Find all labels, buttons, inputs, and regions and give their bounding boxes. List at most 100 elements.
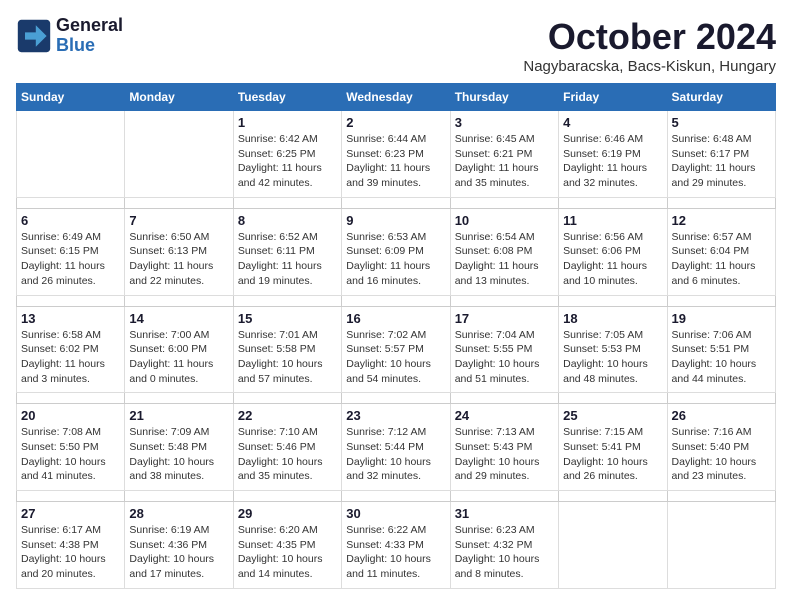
day-number: 5 <box>672 115 771 130</box>
weekday-header-tuesday: Tuesday <box>233 84 341 111</box>
cell-info: Sunrise: 7:09 AMSunset: 5:48 PMDaylight:… <box>129 425 228 484</box>
calendar-cell: 13 Sunrise: 6:58 AMSunset: 6:02 PMDayligh… <box>17 306 125 393</box>
logo-line1: General <box>56 16 123 36</box>
cell-info: Sunrise: 6:54 AMSunset: 6:08 PMDaylight:… <box>455 230 554 289</box>
weekday-header-row: SundayMondayTuesdayWednesdayThursdayFrid… <box>17 84 776 111</box>
cell-info: Sunrise: 6:46 AMSunset: 6:19 PMDaylight:… <box>563 132 662 191</box>
calendar-cell: 8 Sunrise: 6:52 AMSunset: 6:11 PMDaylight… <box>233 208 341 295</box>
calendar-cell: 26 Sunrise: 7:16 AMSunset: 5:40 PMDayligh… <box>667 404 775 491</box>
weekday-header-friday: Friday <box>559 84 667 111</box>
calendar-table: SundayMondayTuesdayWednesdayThursdayFrid… <box>16 83 776 589</box>
calendar-cell: 6 Sunrise: 6:49 AMSunset: 6:15 PMDaylight… <box>17 208 125 295</box>
cell-info: Sunrise: 6:42 AMSunset: 6:25 PMDaylight:… <box>238 132 337 191</box>
cell-info: Sunrise: 6:44 AMSunset: 6:23 PMDaylight:… <box>346 132 445 191</box>
cell-info: Sunrise: 7:12 AMSunset: 5:44 PMDaylight:… <box>346 425 445 484</box>
day-number: 15 <box>238 311 337 326</box>
week-row-1: 1 Sunrise: 6:42 AMSunset: 6:25 PMDaylight… <box>17 111 776 198</box>
cell-info: Sunrise: 6:19 AMSunset: 4:36 PMDaylight:… <box>129 523 228 582</box>
day-number: 21 <box>129 408 228 423</box>
cell-info: Sunrise: 6:20 AMSunset: 4:35 PMDaylight:… <box>238 523 337 582</box>
calendar-cell: 19Sunrise: 7:06 AMSunset: 5:51 PMDayligh… <box>667 306 775 393</box>
calendar-cell: 21 Sunrise: 7:09 AMSunset: 5:48 PMDayligh… <box>125 404 233 491</box>
day-number: 16 <box>346 311 445 326</box>
calendar-cell: 24 Sunrise: 7:13 AMSunset: 5:43 PMDayligh… <box>450 404 558 491</box>
calendar-cell: 1 Sunrise: 6:42 AMSunset: 6:25 PMDaylight… <box>233 111 341 198</box>
month-title: October 2024 <box>523 16 776 58</box>
day-number: 18 <box>563 311 662 326</box>
calendar-cell: 20Sunrise: 7:08 AMSunset: 5:50 PMDayligh… <box>17 404 125 491</box>
day-number: 8 <box>238 213 337 228</box>
cell-info: Sunrise: 7:16 AMSunset: 5:40 PMDaylight:… <box>672 425 771 484</box>
day-number: 12 <box>672 213 771 228</box>
calendar-cell: 4 Sunrise: 6:46 AMSunset: 6:19 PMDaylight… <box>559 111 667 198</box>
day-number: 28 <box>129 506 228 521</box>
week-row-4: 20Sunrise: 7:08 AMSunset: 5:50 PMDayligh… <box>17 404 776 491</box>
day-number: 19 <box>672 311 771 326</box>
calendar-cell: 18Sunrise: 7:05 AMSunset: 5:53 PMDayligh… <box>559 306 667 393</box>
cell-info: Sunrise: 7:04 AMSunset: 5:55 PMDaylight:… <box>455 328 554 387</box>
calendar-cell: 16Sunrise: 7:02 AMSunset: 5:57 PMDayligh… <box>342 306 450 393</box>
weekday-header-sunday: Sunday <box>17 84 125 111</box>
day-number: 20 <box>21 408 120 423</box>
cell-info: Sunrise: 6:58 AMSunset: 6:02 PMDaylight:… <box>21 328 120 387</box>
calendar-cell: 22 Sunrise: 7:10 AMSunset: 5:46 PMDayligh… <box>233 404 341 491</box>
cell-info: Sunrise: 7:01 AMSunset: 5:58 PMDaylight:… <box>238 328 337 387</box>
day-number: 9 <box>346 213 445 228</box>
day-number: 31 <box>455 506 554 521</box>
day-number: 3 <box>455 115 554 130</box>
day-number: 27 <box>21 506 120 521</box>
day-number: 2 <box>346 115 445 130</box>
calendar-cell <box>559 502 667 589</box>
calendar-cell: 10 Sunrise: 6:54 AMSunset: 6:08 PMDayligh… <box>450 208 558 295</box>
week-separator <box>17 197 776 208</box>
calendar-cell: 15 Sunrise: 7:01 AMSunset: 5:58 PMDayligh… <box>233 306 341 393</box>
calendar-cell: 17 Sunrise: 7:04 AMSunset: 5:55 PMDayligh… <box>450 306 558 393</box>
day-number: 6 <box>21 213 120 228</box>
calendar-cell: 7 Sunrise: 6:50 AMSunset: 6:13 PMDaylight… <box>125 208 233 295</box>
cell-info: Sunrise: 6:23 AMSunset: 4:32 PMDaylight:… <box>455 523 554 582</box>
weekday-header-monday: Monday <box>125 84 233 111</box>
cell-info: Sunrise: 6:17 AMSunset: 4:38 PMDaylight:… <box>21 523 120 582</box>
cell-info: Sunrise: 7:15 AMSunset: 5:41 PMDaylight:… <box>563 425 662 484</box>
calendar-cell <box>125 111 233 198</box>
day-number: 25 <box>563 408 662 423</box>
cell-info: Sunrise: 7:13 AMSunset: 5:43 PMDaylight:… <box>455 425 554 484</box>
day-number: 26 <box>672 408 771 423</box>
location: Nagybaracska, Bacs-Kiskun, Hungary <box>523 58 776 75</box>
cell-info: Sunrise: 7:10 AMSunset: 5:46 PMDaylight:… <box>238 425 337 484</box>
day-number: 13 <box>21 311 120 326</box>
calendar-cell: 29 Sunrise: 6:20 AMSunset: 4:35 PMDayligh… <box>233 502 341 589</box>
cell-info: Sunrise: 6:57 AMSunset: 6:04 PMDaylight:… <box>672 230 771 289</box>
week-row-5: 27 Sunrise: 6:17 AMSunset: 4:38 PMDayligh… <box>17 502 776 589</box>
calendar-cell: 28 Sunrise: 6:19 AMSunset: 4:36 PMDayligh… <box>125 502 233 589</box>
cell-info: Sunrise: 6:56 AMSunset: 6:06 PMDaylight:… <box>563 230 662 289</box>
calendar-cell: 12 Sunrise: 6:57 AMSunset: 6:04 PMDayligh… <box>667 208 775 295</box>
cell-info: Sunrise: 6:49 AMSunset: 6:15 PMDaylight:… <box>21 230 120 289</box>
day-number: 24 <box>455 408 554 423</box>
weekday-header-thursday: Thursday <box>450 84 558 111</box>
cell-info: Sunrise: 6:48 AMSunset: 6:17 PMDaylight:… <box>672 132 771 191</box>
day-number: 10 <box>455 213 554 228</box>
day-number: 14 <box>129 311 228 326</box>
day-number: 22 <box>238 408 337 423</box>
cell-info: Sunrise: 6:50 AMSunset: 6:13 PMDaylight:… <box>129 230 228 289</box>
calendar-cell: 11Sunrise: 6:56 AMSunset: 6:06 PMDayligh… <box>559 208 667 295</box>
day-number: 17 <box>455 311 554 326</box>
week-separator <box>17 295 776 306</box>
week-row-2: 6 Sunrise: 6:49 AMSunset: 6:15 PMDaylight… <box>17 208 776 295</box>
calendar-cell: 3Sunrise: 6:45 AMSunset: 6:21 PMDaylight… <box>450 111 558 198</box>
cell-info: Sunrise: 6:52 AMSunset: 6:11 PMDaylight:… <box>238 230 337 289</box>
logo-icon <box>16 18 52 54</box>
calendar-cell: 5 Sunrise: 6:48 AMSunset: 6:17 PMDaylight… <box>667 111 775 198</box>
weekday-header-saturday: Saturday <box>667 84 775 111</box>
calendar-cell: 30Sunrise: 6:22 AMSunset: 4:33 PMDayligh… <box>342 502 450 589</box>
logo-line2: Blue <box>56 36 123 56</box>
logo: General Blue <box>16 16 123 56</box>
day-number: 4 <box>563 115 662 130</box>
day-number: 1 <box>238 115 337 130</box>
cell-info: Sunrise: 6:22 AMSunset: 4:33 PMDaylight:… <box>346 523 445 582</box>
day-number: 29 <box>238 506 337 521</box>
calendar-cell <box>17 111 125 198</box>
day-number: 7 <box>129 213 228 228</box>
cell-info: Sunrise: 6:53 AMSunset: 6:09 PMDaylight:… <box>346 230 445 289</box>
